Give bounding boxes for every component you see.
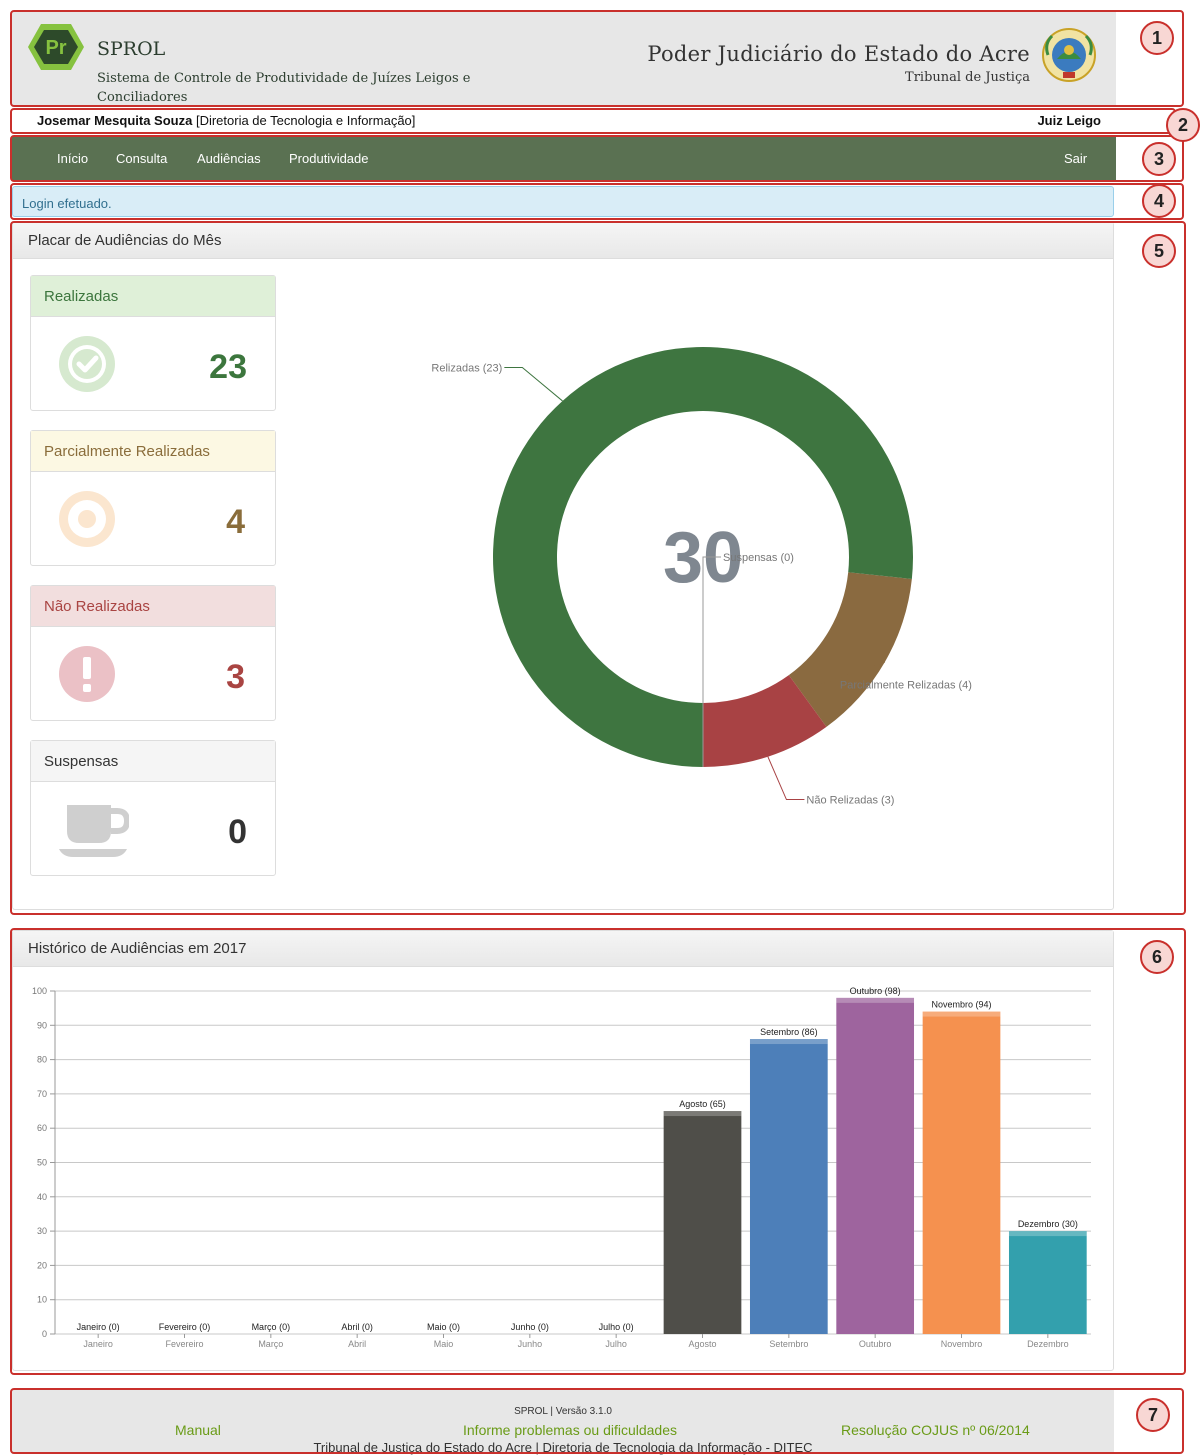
- annotation-box-1: [10, 10, 1184, 107]
- annotation-box-5: [10, 221, 1186, 915]
- annotation-box-2: [10, 108, 1176, 134]
- annotation-badge-7: 7: [1136, 1398, 1170, 1432]
- annotation-box-3: [10, 135, 1184, 182]
- annotation-badge-4: 4: [1142, 184, 1176, 218]
- annotation-badge-3: 3: [1142, 142, 1176, 176]
- annotation-box-6: [10, 928, 1186, 1375]
- annotation-badge-5: 5: [1142, 234, 1176, 268]
- annotation-badge-6: 6: [1140, 940, 1174, 974]
- annotation-badge-2: 2: [1166, 108, 1200, 142]
- annotation-badge-1: 1: [1140, 21, 1174, 55]
- annotation-box-4: [10, 183, 1184, 220]
- annotation-box-7: [10, 1388, 1184, 1454]
